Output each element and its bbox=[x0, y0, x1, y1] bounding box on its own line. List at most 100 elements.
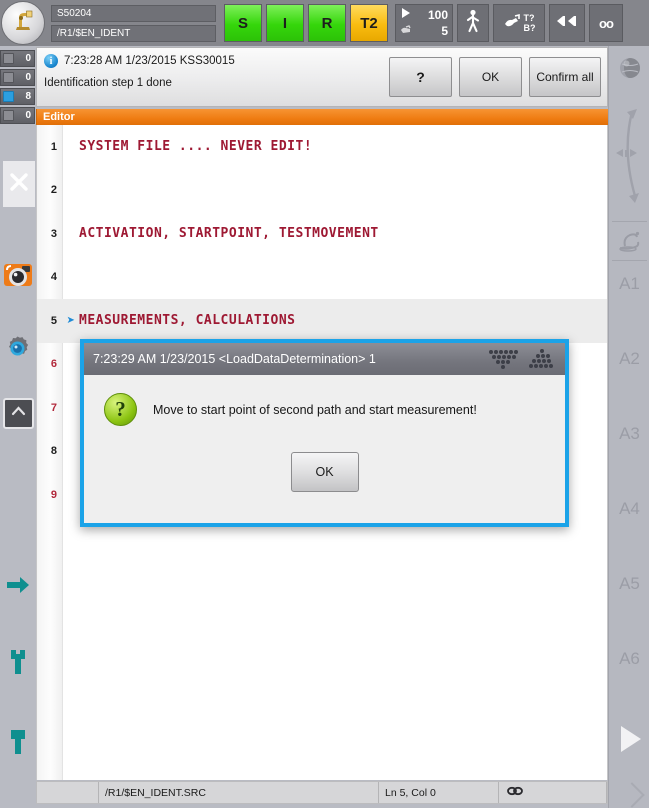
expand-button[interactable] bbox=[3, 398, 34, 429]
manual-mode-indicator[interactable] bbox=[457, 4, 489, 42]
code-text: SYSTEM FILE .... NEVER EDIT! bbox=[79, 139, 313, 155]
program-path-field[interactable]: /R1/$EN_IDENT bbox=[51, 24, 216, 42]
code-text: MEASUREMENTS, CALCULATIONS bbox=[79, 313, 296, 329]
message-counter-dialog-value: 0 bbox=[25, 110, 31, 121]
increment-icon bbox=[556, 14, 578, 33]
coordinate-system-button[interactable] bbox=[618, 56, 642, 80]
robot-home-button[interactable] bbox=[1, 1, 45, 45]
mode-indicator-group: S I R T2 bbox=[224, 4, 388, 42]
tool-value: T? bbox=[523, 13, 535, 23]
message-ack-icon bbox=[3, 53, 14, 64]
load-data-determination-dialog[interactable]: 7:23:29 AM 1/23/2015 <LoadDataDeterminat… bbox=[80, 339, 569, 527]
jog-override-value: 5 bbox=[441, 24, 448, 38]
program-override-value: 100 bbox=[427, 8, 448, 22]
tool-icon bbox=[7, 650, 29, 680]
axis-label-a2[interactable]: A2 bbox=[609, 349, 649, 369]
dialog-ok-button[interactable]: OK bbox=[290, 452, 359, 492]
status-cursor-position: Ln 5, Col 0 bbox=[379, 782, 499, 803]
dialog-message-row: ? Move to start point of second path and… bbox=[84, 393, 565, 426]
code-text: ACTIVATION, STARTPOINT, TESTMOVEMENT bbox=[79, 226, 379, 242]
jog-override-icon bbox=[400, 22, 413, 40]
operating-mode-t2[interactable]: T2 bbox=[350, 4, 388, 42]
line-number: 4 bbox=[50, 271, 57, 284]
question-icon: ? bbox=[104, 393, 137, 426]
code-line[interactable]: 3 ACTIVATION, STARTPOINT, TESTMOVEMENT bbox=[37, 212, 607, 256]
cursor-arrow-icon: ➤ bbox=[66, 312, 76, 329]
right-rail: A1 A2 A3 A4 A5 A6 bbox=[608, 46, 649, 808]
rail-divider bbox=[612, 260, 647, 261]
axis-label-a5[interactable]: A5 bbox=[609, 574, 649, 594]
code-line-current[interactable]: 5 ➤ MEASUREMENTS, CALCULATIONS bbox=[37, 299, 607, 343]
tool-icon bbox=[7, 730, 29, 760]
confirm-all-button[interactable]: Confirm all bbox=[529, 57, 601, 97]
dots-triangle-icon bbox=[487, 348, 521, 370]
axis-label-a1[interactable]: A1 bbox=[609, 274, 649, 294]
screenshot-button[interactable] bbox=[2, 258, 34, 290]
help-button[interactable]: ? bbox=[389, 57, 452, 97]
tool-base-indicator[interactable]: T? B? bbox=[493, 4, 545, 42]
link-icon bbox=[507, 786, 523, 799]
status-drives-i[interactable]: I bbox=[266, 4, 304, 42]
play-button[interactable] bbox=[621, 726, 641, 752]
code-line[interactable]: 2 bbox=[37, 169, 607, 213]
tool-icon bbox=[503, 12, 521, 35]
code-line[interactable]: 1 SYSTEM FILE .... NEVER EDIT! bbox=[37, 125, 607, 169]
message-bar[interactable]: i 7:23:28 AM 1/23/2015 KSS30015 Identifi… bbox=[36, 47, 608, 107]
line-number: 1 bbox=[50, 140, 57, 153]
dialog-title-text: 7:23:29 AM 1/23/2015 <LoadDataDeterminat… bbox=[93, 352, 376, 366]
message-counter-group: 0 0 8 0 bbox=[0, 50, 36, 124]
editor-tab-header[interactable]: Editor bbox=[36, 109, 608, 125]
line-number: 2 bbox=[50, 184, 57, 197]
close-button[interactable] bbox=[3, 161, 35, 207]
axis-label-a6[interactable]: A6 bbox=[609, 649, 649, 669]
rail-divider bbox=[612, 221, 647, 222]
status-robot-interpreter[interactable]: R bbox=[308, 4, 346, 42]
status-bar: S50204 /R1/$EN_IDENT S I R T2 100 5 T? B… bbox=[0, 0, 649, 46]
status-submit-interpreter[interactable]: S bbox=[224, 4, 262, 42]
axis-label-a3[interactable]: A3 bbox=[609, 424, 649, 444]
message-ok-button[interactable]: OK bbox=[459, 57, 522, 97]
axis-mode-button[interactable] bbox=[617, 228, 642, 253]
dialog-message-text: Move to start point of second path and s… bbox=[153, 402, 477, 417]
tool-base-values: T? B? bbox=[524, 13, 536, 33]
jog-direction-control[interactable] bbox=[613, 96, 647, 211]
robot-axis-icon bbox=[617, 231, 642, 257]
code-line[interactable]: 4 bbox=[37, 256, 607, 300]
increment-indicator[interactable] bbox=[549, 4, 585, 42]
line-number: 5 bbox=[50, 314, 57, 327]
right-arrow-icon bbox=[6, 577, 30, 600]
tool-button-1[interactable] bbox=[7, 648, 29, 681]
axis-label-a4[interactable]: A4 bbox=[609, 499, 649, 519]
message-counter-ack[interactable]: 0 bbox=[0, 50, 35, 67]
dialog-body: ? Move to start point of second path and… bbox=[84, 375, 565, 523]
line-number: 9 bbox=[50, 488, 57, 501]
message-counter-info[interactable]: 0 bbox=[0, 69, 35, 86]
settings-button[interactable] bbox=[3, 334, 33, 364]
line-number: 3 bbox=[50, 227, 57, 240]
left-rail: 0 0 8 0 bbox=[0, 46, 36, 808]
close-x-icon bbox=[8, 171, 30, 198]
message-notice-icon bbox=[3, 91, 14, 102]
status-file-path: /R1/$EN_IDENT.SRC bbox=[99, 782, 379, 803]
robot-icon bbox=[8, 6, 38, 41]
message-counter-notice[interactable]: 8 bbox=[0, 88, 35, 105]
dialog-title-bar[interactable]: 7:23:29 AM 1/23/2015 <LoadDataDeterminat… bbox=[84, 343, 565, 375]
line-number: 6 bbox=[50, 358, 57, 371]
tool-button-2[interactable] bbox=[7, 728, 29, 761]
infinity-indicator[interactable]: oo bbox=[589, 4, 623, 42]
message-header-row: i 7:23:28 AM 1/23/2015 KSS30015 bbox=[44, 54, 389, 68]
resize-corner-icon bbox=[619, 782, 645, 808]
increment-level-value: 1 bbox=[5, 804, 17, 808]
message-counter-dialog[interactable]: 0 bbox=[0, 107, 35, 124]
line-number: 8 bbox=[50, 445, 57, 458]
override-indicator[interactable]: 100 5 bbox=[395, 4, 453, 42]
increment-level-label[interactable]: 1a bbox=[5, 804, 22, 808]
program-name-field[interactable]: S50204 bbox=[51, 4, 216, 22]
smartpad-screen: S50204 /R1/$EN_IDENT S I R T2 100 5 T? B… bbox=[0, 0, 649, 808]
indicator-group: 100 5 T? B? oo bbox=[395, 4, 623, 42]
jog-forward-button[interactable] bbox=[6, 574, 30, 601]
walking-person-icon bbox=[465, 9, 481, 38]
gear-icon bbox=[3, 336, 33, 368]
world-coordinate-icon bbox=[618, 58, 642, 84]
message-counter-notice-value: 8 bbox=[25, 91, 31, 102]
